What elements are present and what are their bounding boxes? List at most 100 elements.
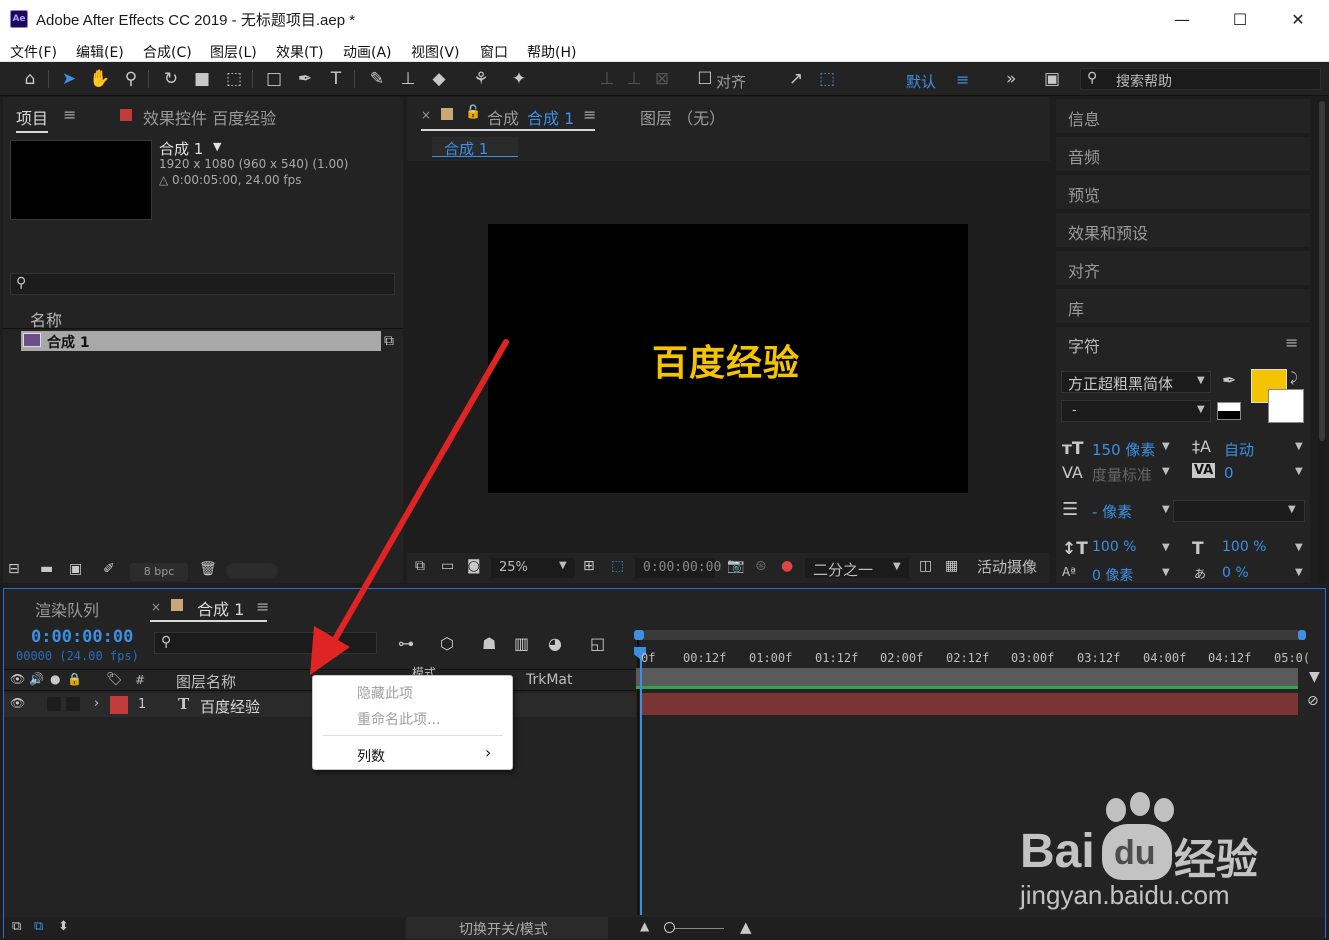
layer-lock-toggle[interactable] xyxy=(66,697,80,711)
trkmat-column-label[interactable]: TrkMat xyxy=(526,672,573,688)
fit-icon[interactable]: ⊞ xyxy=(583,558,595,574)
sync-settings-icon[interactable]: ▣ xyxy=(1040,68,1064,90)
current-time-display[interactable]: 0:00:00:00 xyxy=(31,627,133,647)
font-family-dropdown[interactable]: 方正超粗黑简体 ▼ xyxy=(1061,371,1211,393)
right-scrollbar[interactable] xyxy=(1318,97,1326,583)
motion-blur-icon[interactable]: ◕ xyxy=(548,634,562,653)
comp-breadcrumb[interactable]: 合成 1 xyxy=(432,137,518,158)
project-search-input[interactable]: ⚲ xyxy=(10,273,395,295)
pen-tool-icon[interactable]: ✒ xyxy=(293,68,317,90)
maximize-button[interactable]: ☐ xyxy=(1211,0,1269,38)
safe-margins-icon[interactable]: ⬚ xyxy=(611,558,624,574)
eyedropper-icon[interactable]: ✒ xyxy=(1222,371,1236,391)
workspace-menu-icon[interactable]: ≡ xyxy=(956,70,969,89)
chevron-down-icon[interactable]: ▼ xyxy=(1295,542,1303,553)
layer-duration-bar[interactable] xyxy=(640,693,1298,715)
roto-brush-tool-icon[interactable]: ⚘ xyxy=(469,68,493,90)
right-scrollbar-thumb[interactable] xyxy=(1319,101,1325,441)
chevron-down-icon[interactable]: ▼ xyxy=(1162,567,1170,578)
axis-world-icon[interactable]: ⊥ xyxy=(622,68,646,90)
tab-timeline-comp[interactable]: 合成 1 xyxy=(197,596,244,620)
layer-label-color[interactable] xyxy=(110,696,128,714)
menu-composition[interactable]: 合成(C) xyxy=(143,42,192,62)
work-area-range[interactable] xyxy=(636,668,1298,688)
panel-menu-icon[interactable]: ≡ xyxy=(256,597,269,616)
tsume-value[interactable]: 0 % xyxy=(1222,565,1249,581)
tracking-value[interactable]: 0 xyxy=(1224,464,1234,482)
transparency-grid-icon[interactable]: ▦ xyxy=(945,558,958,574)
rotate-tool-icon[interactable]: ↻ xyxy=(159,68,183,90)
minimize-button[interactable]: — xyxy=(1153,0,1211,38)
in-out-icon[interactable]: ⬍ xyxy=(58,919,69,934)
label-column-tag-icon[interactable]: 🏷 xyxy=(106,672,123,687)
snap-frame-icon[interactable]: ⬚ xyxy=(815,68,839,90)
layer-name-column-label[interactable]: 图层名称 xyxy=(176,671,236,692)
work-area-end-handle[interactable] xyxy=(1298,630,1306,640)
align-panel[interactable]: 对齐 xyxy=(1056,251,1310,285)
audio-column-icon[interactable]: 🔊 xyxy=(29,672,44,686)
leading-value[interactable]: 自动 xyxy=(1224,439,1254,460)
layer-marker-icon[interactable]: ⊘ xyxy=(1307,693,1319,709)
menu-item-rename-column[interactable]: 重命名此项... xyxy=(357,709,440,729)
bit-depth-button[interactable]: 8 bpc xyxy=(130,563,188,581)
zoom-tool-icon[interactable]: ⚲ xyxy=(119,68,143,90)
chevron-down-icon[interactable]: ▼ xyxy=(1162,466,1170,477)
camera-tool-icon[interactable]: ■ xyxy=(190,68,214,90)
effects-presets-panel[interactable]: 效果和预设 xyxy=(1056,213,1310,247)
transfer-controls-icon[interactable]: ⧉ xyxy=(34,919,43,934)
horizontal-scale-value[interactable]: 100 % xyxy=(1222,539,1266,555)
library-panel[interactable]: 库 xyxy=(1056,289,1310,323)
chevron-down-icon[interactable]: ▼ xyxy=(1162,542,1170,553)
layer-expand-chevron-icon[interactable]: › xyxy=(94,696,99,711)
solo-column-icon[interactable]: ● xyxy=(50,672,60,686)
tab-character[interactable]: 字符 xyxy=(1068,333,1100,357)
menu-edit[interactable]: 编辑(E) xyxy=(76,42,124,62)
comp-marker-bin-icon[interactable]: ▼ xyxy=(1309,669,1320,685)
menu-help[interactable]: 帮助(H) xyxy=(527,42,576,62)
close-button[interactable]: ✕ xyxy=(1269,0,1327,38)
new-folder-icon[interactable]: ▬ xyxy=(40,561,53,577)
comp-canvas[interactable]: 百度经验 xyxy=(488,224,968,493)
snapshot-icon[interactable]: 📷 xyxy=(727,558,744,574)
work-area-start-handle[interactable] xyxy=(634,630,644,640)
clone-stamp-tool-icon[interactable]: ⊥ xyxy=(396,68,420,90)
menu-window[interactable]: 窗口 xyxy=(480,42,508,62)
help-search-box[interactable]: ⚲ 搜索帮助 xyxy=(1080,68,1321,90)
close-tab-icon[interactable]: × xyxy=(421,108,431,122)
font-size-value[interactable]: 150 像素 xyxy=(1092,439,1155,460)
axis-view-icon[interactable]: ⊠ xyxy=(650,68,674,90)
resolution-dropdown[interactable]: 二分之一 ▼ xyxy=(805,558,909,579)
stroke-color-swatch[interactable] xyxy=(1268,389,1304,423)
pan-behind-tool-icon[interactable]: ⬚ xyxy=(222,68,246,90)
project-settings-icon[interactable]: ✐ xyxy=(103,561,115,577)
layer-switches-icon[interactable]: ⧉ xyxy=(12,919,21,934)
puppet-pin-tool-icon[interactable]: ✦ xyxy=(507,68,531,90)
playhead-line[interactable] xyxy=(640,649,642,915)
more-workspaces-icon[interactable]: » xyxy=(1006,69,1016,89)
zoom-in-icon[interactable]: ▲ xyxy=(740,918,752,936)
vertical-scale-value[interactable]: 100 % xyxy=(1092,539,1136,555)
panel-menu-icon[interactable]: ≡ xyxy=(63,105,76,124)
preview-panel[interactable]: 预览 xyxy=(1056,175,1310,209)
menu-effect[interactable]: 效果(T) xyxy=(276,42,323,62)
menu-item-columns[interactable]: 列数 xyxy=(357,746,385,766)
lock-icon[interactable]: 🔓 xyxy=(465,105,481,120)
stroke-width-value[interactable]: - 像素 xyxy=(1092,501,1132,522)
brush-tool-icon[interactable]: ✎ xyxy=(365,68,389,90)
chevron-down-icon[interactable]: ▼ xyxy=(1162,441,1170,452)
audio-panel[interactable]: 音频 xyxy=(1056,137,1310,171)
panel-menu-icon[interactable]: ≡ xyxy=(583,105,596,124)
eraser-tool-icon[interactable]: ◆ xyxy=(427,68,451,90)
trash-icon[interactable]: 🗑 xyxy=(199,561,217,577)
chevron-down-icon[interactable]: ▼ xyxy=(1162,504,1170,515)
panel-menu-icon[interactable]: ≡ xyxy=(1285,333,1298,352)
snapping-checkbox[interactable]: ☐ xyxy=(693,68,717,90)
column-name-label[interactable]: 名称 xyxy=(30,307,62,331)
graph-editor-icon[interactable]: ◱ xyxy=(590,634,605,653)
zoom-slider-thumb[interactable] xyxy=(664,922,675,933)
comp-name-header[interactable]: 合成 1 xyxy=(159,138,203,159)
home-icon[interactable]: ⌂ xyxy=(18,68,42,90)
axis-local-icon[interactable]: ⊥ xyxy=(595,68,619,90)
show-snapshot-icon[interactable]: ⊛ xyxy=(755,558,767,574)
work-area-bar[interactable] xyxy=(634,630,1306,640)
